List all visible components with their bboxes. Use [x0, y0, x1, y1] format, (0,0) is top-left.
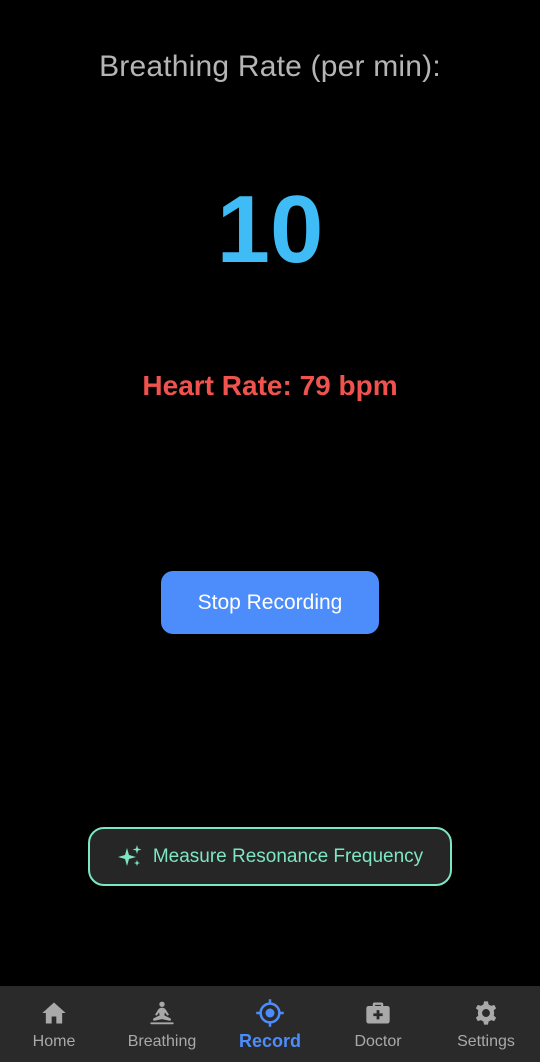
gear-icon	[471, 998, 501, 1028]
nav-label-home: Home	[32, 1033, 76, 1050]
nav-item-home[interactable]: Home	[0, 986, 108, 1062]
nav-label-settings: Settings	[457, 1033, 515, 1050]
nav-item-breathing[interactable]: Breathing	[108, 986, 216, 1062]
measure-resonance-button[interactable]: Measure Resonance Frequency	[88, 827, 452, 886]
sparkle-icon	[117, 844, 143, 870]
nav-label-record: Record	[238, 1031, 301, 1051]
nav-item-record[interactable]: Record	[216, 986, 324, 1062]
target-icon	[255, 998, 285, 1028]
heart-rate-text: Heart Rate: 79 bpm	[142, 370, 398, 401]
bottom-navigation: Home Breathing Record Doctor Settings	[0, 986, 540, 1062]
record-screen: Breathing Rate (per min): 10 Heart Rate:…	[0, 0, 540, 986]
medical-kit-icon	[363, 998, 393, 1028]
meditation-icon	[147, 998, 177, 1028]
nav-item-settings[interactable]: Settings	[432, 986, 540, 1062]
home-icon	[39, 998, 69, 1028]
stop-recording-button[interactable]: Stop Recording	[161, 571, 379, 634]
measure-resonance-label: Measure Resonance Frequency	[152, 845, 424, 867]
nav-label-breathing: Breathing	[127, 1033, 197, 1050]
nav-label-doctor: Doctor	[354, 1033, 402, 1050]
breathing-rate-label: Breathing Rate (per min):	[99, 50, 441, 83]
breathing-rate-value: 10	[216, 176, 324, 283]
nav-item-doctor[interactable]: Doctor	[324, 986, 432, 1062]
